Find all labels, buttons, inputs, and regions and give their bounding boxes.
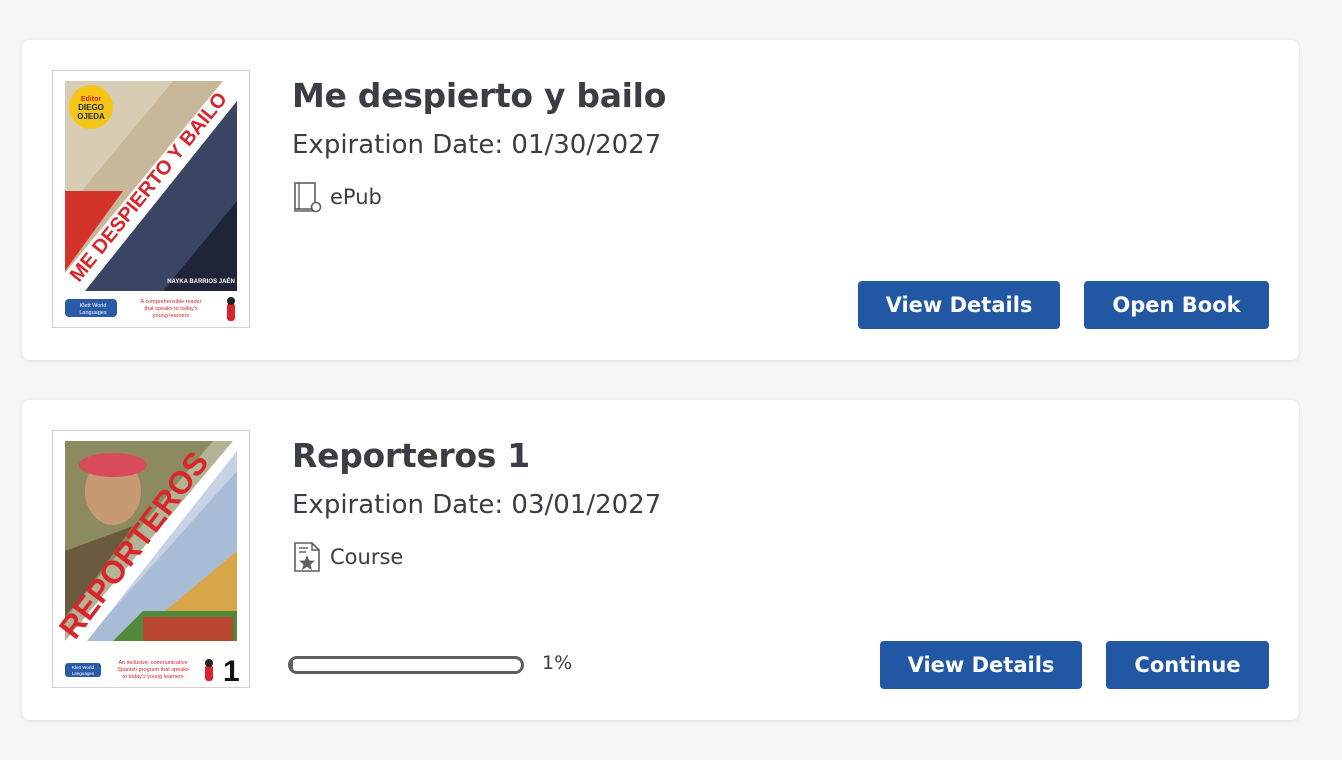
svg-text:Editor: Editor (81, 96, 101, 103)
svg-text:A comprehensible reader: A comprehensible reader (140, 299, 201, 305)
svg-text:young learners: young learners (153, 313, 190, 319)
cover-art: ME DESPIERTO Y BAILO Editor DIEGO OJEDA … (53, 71, 249, 327)
expiration-date: Expiration Date: 01/30/2027 (292, 130, 662, 160)
course-document-star-icon (294, 542, 320, 572)
book-card: ME DESPIERTO Y BAILO Editor DIEGO OJEDA … (22, 40, 1299, 360)
svg-text:NAYKA BARRIOS JAÉN: NAYKA BARRIOS JAÉN (167, 277, 235, 285)
book-cover[interactable]: REPORTEROS Klett World Languages An incl… (52, 430, 250, 688)
book-title[interactable]: Reporteros 1 (292, 436, 530, 475)
format-label: ePub (330, 185, 382, 209)
book-list: ME DESPIERTO Y BAILO Editor DIEGO OJEDA … (0, 0, 1342, 760)
svg-text:OJEDA: OJEDA (77, 112, 105, 121)
svg-text:An inclusive, communicative: An inclusive, communicative (118, 660, 187, 666)
svg-text:Klett World: Klett World (72, 665, 94, 670)
format-label: Course (330, 545, 404, 569)
svg-text:that speaks to today's: that speaks to today's (144, 306, 197, 312)
progress-bar (288, 656, 524, 674)
view-details-button[interactable]: View Details (880, 641, 1082, 689)
svg-text:Languages: Languages (79, 310, 106, 316)
progress-fill (291, 659, 294, 671)
svg-text:to today's young learners: to today's young learners (122, 674, 184, 680)
open-book-button[interactable]: Open Book (1084, 281, 1269, 329)
book-cover[interactable]: ME DESPIERTO Y BAILO Editor DIEGO OJEDA … (52, 70, 250, 328)
progress-percent: 1% (542, 652, 573, 674)
view-details-button[interactable]: View Details (858, 281, 1060, 329)
expiration-date: Expiration Date: 03/01/2027 (292, 490, 662, 520)
continue-button[interactable]: Continue (1106, 641, 1269, 689)
book-format: ePub (292, 180, 382, 214)
svg-text:Languages: Languages (72, 671, 95, 676)
svg-text:Klett World: Klett World (80, 303, 107, 309)
cover-art: REPORTEROS Klett World Languages An incl… (53, 431, 249, 687)
book-card: REPORTEROS Klett World Languages An incl… (22, 400, 1299, 720)
svg-text:1: 1 (223, 655, 240, 687)
book-icon (294, 182, 322, 213)
svg-text:Spanish program that speaks: Spanish program that speaks (117, 667, 189, 673)
svg-text:DIEGO: DIEGO (78, 103, 104, 112)
book-title[interactable]: Me despierto y bailo (292, 76, 666, 115)
book-format: Course (292, 540, 403, 574)
